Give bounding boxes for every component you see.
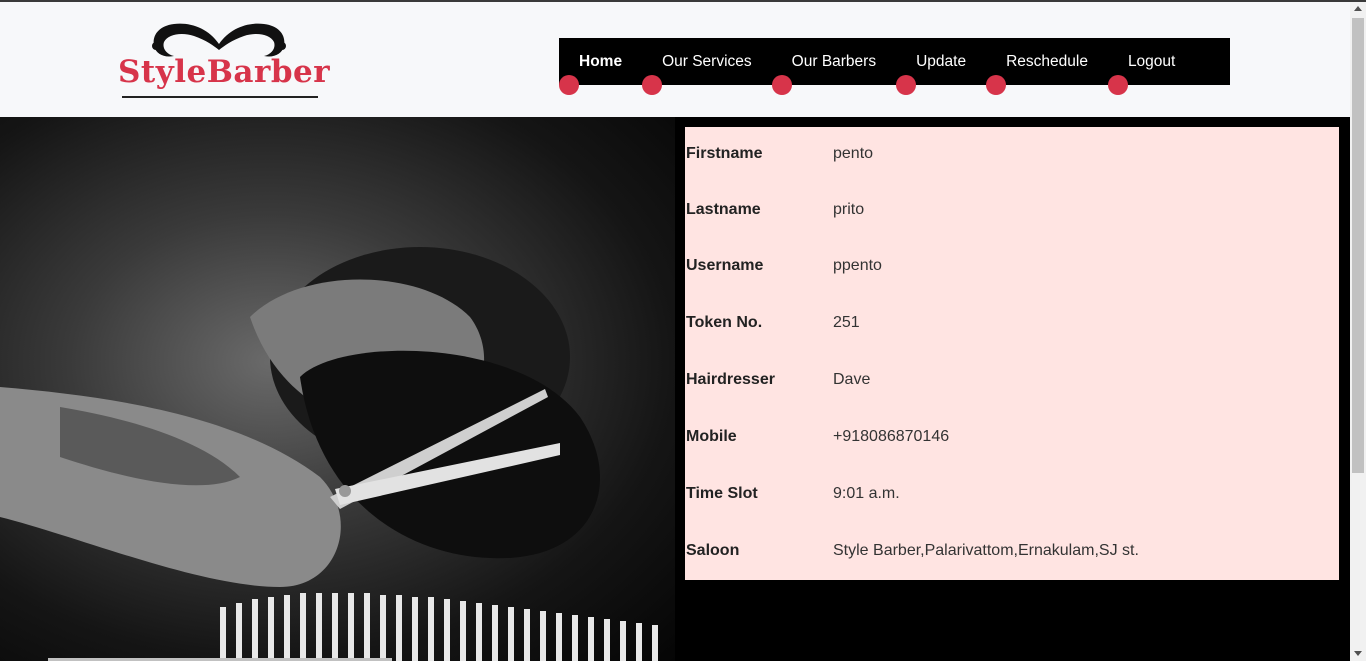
detail-value: Dave [833, 371, 871, 388]
scroll-up-arrow-icon[interactable] [1354, 6, 1362, 11]
nav-logout[interactable]: Logout [1107, 38, 1176, 95]
logo-underline [122, 96, 318, 98]
detail-value: prito [833, 201, 865, 218]
nav-logout-label: Logout [1127, 53, 1176, 70]
detail-value: 251 [833, 314, 860, 331]
detail-label: Lastname [686, 201, 761, 218]
main-nav: Home Our Services Our Barbers Update Res… [559, 38, 1230, 95]
nav-dot [986, 75, 1007, 95]
nav-update-label: Update [916, 53, 967, 70]
stylebarber-logo[interactable]: StyleBarber [116, 20, 331, 102]
nav-dot [1107, 75, 1128, 95]
booking-details-panel: Firstname pento Lastname prito Username … [685, 127, 1339, 580]
detail-row-mobile: Mobile +918086870146 [685, 428, 1339, 452]
detail-label: Saloon [686, 542, 740, 559]
nav-reschedule[interactable]: Reschedule [986, 38, 1088, 95]
scroll-down-arrow-icon[interactable] [1354, 651, 1362, 656]
brand-name: StyleBarber [118, 54, 331, 90]
nav-home-label: Home [579, 53, 623, 70]
detail-label: Time Slot [686, 485, 758, 502]
barber-photo-illustration [0, 247, 658, 661]
detail-row-username: Username ppento [685, 257, 1339, 281]
barber-photo [0, 117, 675, 661]
detail-value: pento [833, 145, 874, 162]
nav-dot [771, 75, 792, 95]
detail-label: Token No. [686, 314, 763, 331]
nav-dot [896, 75, 917, 95]
detail-label: Firstname [686, 145, 763, 162]
nav-home[interactable]: Home [559, 38, 623, 95]
detail-row-saloon: Saloon Style Barber,Palarivattom,Ernakul… [685, 542, 1339, 566]
scroll-thumb[interactable] [1352, 18, 1364, 473]
detail-row-time-slot: Time Slot 9:01 a.m. [685, 485, 1339, 509]
detail-label: Username [686, 257, 764, 274]
nav-our-barbers-label: Our Barbers [791, 53, 877, 70]
nav-reschedule-label: Reschedule [1006, 53, 1088, 70]
nav-dot [559, 75, 579, 95]
nav-dot [642, 75, 663, 95]
detail-value: Style Barber,Palarivattom,Ernakulam,SJ s… [833, 542, 1139, 559]
detail-label: Hairdresser [686, 371, 775, 388]
nav-update[interactable]: Update [896, 38, 967, 95]
site-header: StyleBarber Home Our Services Our Barber… [0, 2, 1350, 117]
detail-label: Mobile [686, 428, 737, 445]
detail-row-firstname: Firstname pento [685, 145, 1339, 169]
nav-our-services[interactable]: Our Services [642, 38, 752, 95]
detail-row-lastname: Lastname prito [685, 201, 1339, 225]
detail-value: +918086870146 [833, 428, 950, 445]
nav-our-services-label: Our Services [662, 53, 752, 70]
detail-value: 9:01 a.m. [833, 485, 900, 502]
detail-row-token: Token No. 251 [685, 314, 1339, 338]
detail-value: ppento [833, 257, 882, 274]
nav-our-barbers[interactable]: Our Barbers [771, 38, 877, 95]
detail-row-hairdresser: Hairdresser Dave [685, 371, 1339, 395]
vertical-scrollbar[interactable] [1350, 2, 1366, 661]
